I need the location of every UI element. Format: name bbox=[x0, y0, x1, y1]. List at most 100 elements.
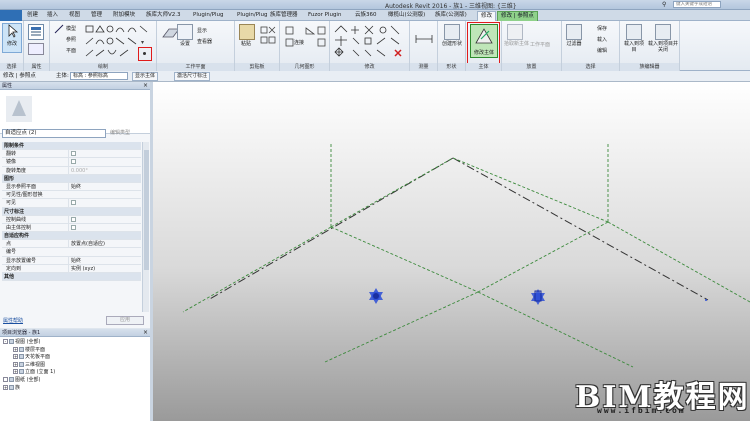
type-properties-icon[interactable] bbox=[28, 43, 44, 55]
property-row[interactable]: 镜像 bbox=[2, 158, 141, 168]
measure-icon[interactable] bbox=[414, 25, 434, 45]
modify-button[interactable]: 修改 bbox=[2, 23, 22, 53]
search-input[interactable]: 键入关键字或短语 bbox=[673, 1, 721, 8]
tab-family-manager[interactable]: 族库管理器 bbox=[267, 11, 301, 21]
type-selector[interactable]: 自适应点 (2) bbox=[2, 129, 106, 138]
tab-manage[interactable]: 管理 bbox=[88, 11, 105, 21]
property-checkbox[interactable] bbox=[71, 216, 76, 222]
workplane-show[interactable]: 显示 bbox=[197, 27, 207, 34]
browser-tree-item[interactable]: + 立面 (立面 1) bbox=[13, 369, 55, 376]
tab-modify-reference-point[interactable]: 修改 | 参照点 bbox=[497, 11, 538, 21]
workplane-viewer[interactable]: 查看器 bbox=[197, 38, 212, 45]
browser-tree-item[interactable]: + 楼层平面 bbox=[13, 346, 45, 354]
property-row[interactable]: 显示参照平面 始终 bbox=[2, 182, 141, 192]
tab-family-master[interactable]: 族库大师V2.3 bbox=[143, 11, 184, 21]
tab-olive-mountain[interactable]: 橄榄山(公测版) bbox=[385, 11, 428, 21]
create-form-button[interactable]: 创建形状 bbox=[441, 24, 463, 47]
workplane-dropdown[interactable]: 工作平面 bbox=[530, 41, 550, 48]
property-value[interactable]: 放置点(自适应) bbox=[68, 240, 140, 249]
tab-fuzor[interactable]: Fuzor Plugin bbox=[305, 11, 344, 21]
activate-dimensions-button[interactable]: 激活尺寸标注 bbox=[174, 72, 211, 81]
property-value[interactable]: 始终 bbox=[68, 256, 140, 265]
search-binoculars-icon[interactable]: ⚲ bbox=[662, 1, 670, 8]
browser-tree-item[interactable]: - 视图 (全部) bbox=[3, 339, 41, 346]
expand-icon[interactable]: + bbox=[13, 361, 18, 367]
property-row[interactable]: 旋转角度 0.000° bbox=[2, 166, 141, 175]
properties-scrollbar[interactable] bbox=[142, 142, 149, 312]
panel-select: 修改 选择 bbox=[0, 21, 24, 71]
properties-icon[interactable] bbox=[28, 24, 44, 40]
property-value[interactable]: 始终 bbox=[68, 182, 140, 191]
load-and-close-button[interactable]: 载入到项目并关闭 bbox=[648, 24, 678, 53]
modify-tools-icons[interactable] bbox=[333, 24, 408, 60]
property-value[interactable]: 0.000° bbox=[68, 166, 140, 175]
property-name: 可见性/图形替换 bbox=[6, 192, 43, 199]
tab-cloud360[interactable]: 云族360 bbox=[352, 11, 380, 21]
expand-icon[interactable]: + bbox=[13, 346, 18, 352]
level-plane bbox=[182, 142, 750, 368]
property-checkbox[interactable] bbox=[71, 159, 76, 165]
property-name: 显示放置编号 bbox=[6, 257, 37, 264]
property-row[interactable]: 点 放置点(自适应) bbox=[2, 240, 141, 249]
pick-new-host-button[interactable]: 拾取新主体 bbox=[504, 24, 529, 47]
draw-reference-label[interactable]: 参照 bbox=[66, 36, 76, 43]
draw-plane-label[interactable]: 平面 bbox=[66, 47, 76, 54]
title-bar: Autodesk Revit 2016 - 族1 - 三维视图: {三维} ⚲ … bbox=[0, 0, 750, 10]
clipboard-small-icons[interactable] bbox=[259, 25, 277, 55]
load-into-project-button[interactable]: 载入到项目 bbox=[622, 24, 646, 53]
property-row[interactable]: 可见 bbox=[2, 199, 141, 209]
tab-create[interactable]: 创建 bbox=[24, 11, 41, 21]
property-row[interactable]: 可见性/图形替换编辑... bbox=[2, 191, 141, 200]
modify-host-button[interactable]: 修改主体 bbox=[470, 24, 498, 58]
select-edit[interactable]: 编辑 bbox=[597, 47, 607, 54]
paste-button[interactable]: 粘贴 bbox=[239, 24, 255, 47]
properties-help-link[interactable]: 属性帮助 bbox=[3, 317, 23, 324]
browser-tree-item[interactable]: + 天花板平面 bbox=[13, 354, 50, 361]
close-icon[interactable]: × bbox=[143, 82, 148, 90]
close-icon[interactable]: × bbox=[143, 329, 148, 337]
tree-item-label: 三维视图 bbox=[25, 361, 46, 368]
apply-button[interactable]: 应用 bbox=[106, 316, 144, 325]
tab-view[interactable]: 视图 bbox=[66, 11, 83, 21]
property-row[interactable]: 显示放置编号 始终 bbox=[2, 256, 141, 265]
select-save[interactable]: 保存 bbox=[597, 25, 607, 32]
host-select[interactable]: 标高 : 参照标高 bbox=[70, 72, 128, 80]
property-row[interactable]: 由主体控制 bbox=[2, 223, 141, 233]
property-value[interactable]: 实例 (xyz) bbox=[68, 264, 140, 273]
edit-type-button[interactable]: 编辑类型 bbox=[110, 129, 130, 138]
property-row[interactable]: 控制曲线 bbox=[2, 215, 141, 225]
tab-family-library[interactable]: 族库(公测版) bbox=[432, 11, 470, 21]
expand-icon[interactable] bbox=[3, 377, 8, 382]
browser-tree-item[interactable]: + 族 bbox=[3, 384, 20, 392]
tab-insert[interactable]: 插入 bbox=[44, 11, 61, 21]
property-row[interactable]: 定向到 实例 (xyz) bbox=[2, 264, 141, 273]
drawing-canvas[interactable]: BIM教程网 www.ifbim.com bbox=[153, 82, 750, 421]
geometry-join[interactable]: 连接 bbox=[294, 39, 304, 46]
scroll-thumb[interactable] bbox=[144, 150, 149, 270]
property-row[interactable]: 翻转 bbox=[2, 150, 141, 160]
show-host-button[interactable]: 显示主体 bbox=[132, 72, 159, 81]
panel-geometry: 连接 几何图形 bbox=[280, 21, 330, 71]
filter-button[interactable]: 过滤器 bbox=[565, 24, 583, 47]
tab-plugin-1[interactable]: Plugin/Plug bbox=[190, 11, 227, 21]
select-load[interactable]: 载入 bbox=[597, 36, 607, 43]
geometry-icons[interactable] bbox=[284, 25, 328, 55]
draw-model-label[interactable]: 模型 bbox=[66, 25, 76, 32]
tab-addins[interactable]: 附加模块 bbox=[110, 11, 138, 21]
property-row[interactable]: 编号 bbox=[2, 248, 141, 257]
expand-icon[interactable]: + bbox=[3, 384, 8, 390]
collapse-icon[interactable]: - bbox=[3, 339, 8, 344]
file-menu-button[interactable] bbox=[0, 10, 22, 21]
property-checkbox[interactable] bbox=[71, 151, 76, 157]
reference-point-tool-highlight[interactable] bbox=[138, 47, 152, 61]
browser-tree-item[interactable]: + 三维视图 bbox=[13, 361, 46, 369]
expand-icon[interactable]: + bbox=[13, 354, 18, 360]
tab-modify[interactable]: 修改 bbox=[477, 11, 497, 21]
set-workplane-button[interactable]: 设置 bbox=[177, 24, 193, 47]
clipboard-icon bbox=[239, 24, 255, 40]
tab-plugin-2[interactable]: Plugin/Plug bbox=[234, 11, 271, 21]
browser-tree-item[interactable]: 图纸 (全部) bbox=[3, 377, 41, 384]
property-checkbox[interactable] bbox=[71, 224, 76, 230]
expand-icon[interactable]: + bbox=[13, 369, 18, 375]
property-checkbox[interactable] bbox=[71, 200, 76, 206]
